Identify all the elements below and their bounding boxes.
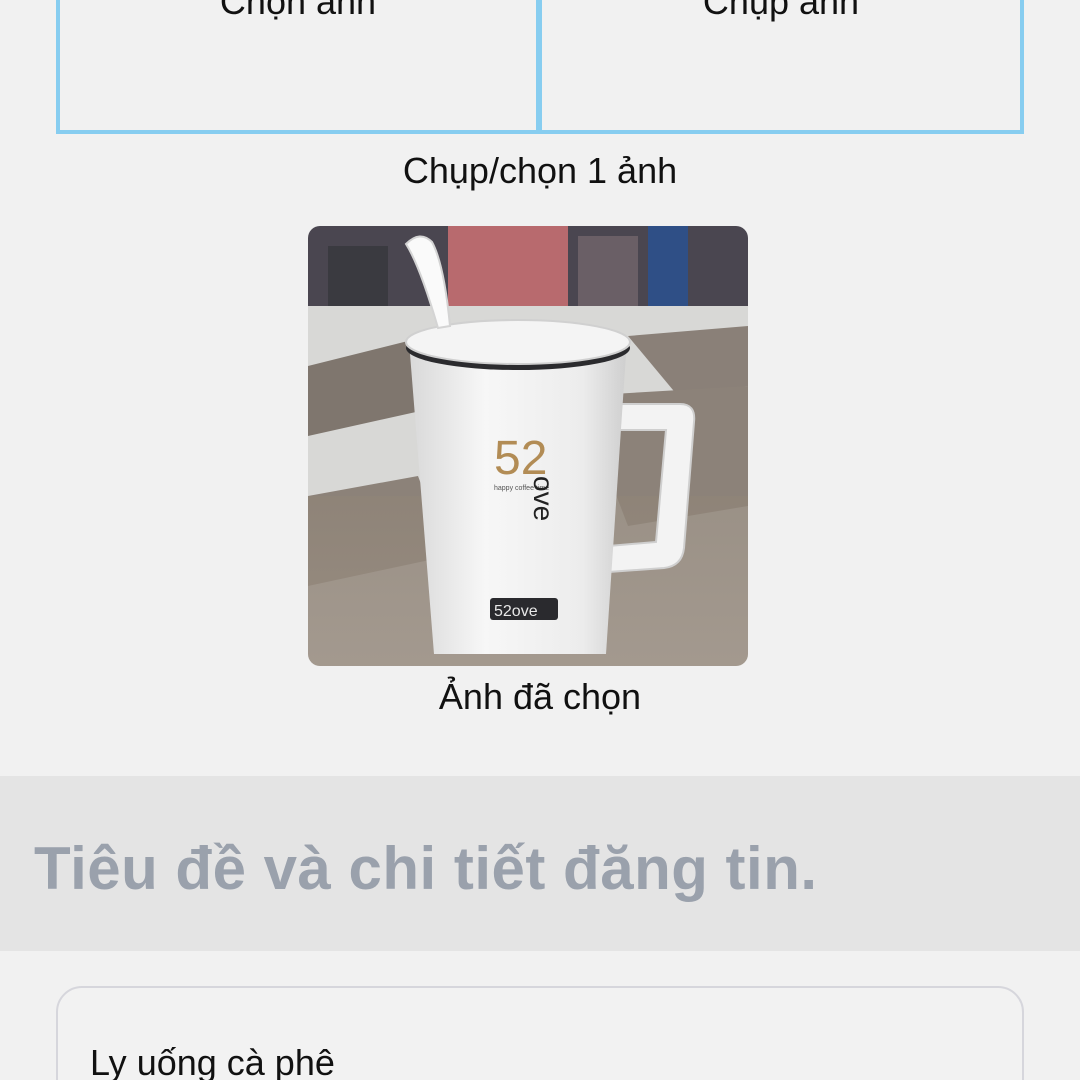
photo-limit-hint: Chụp/chọn 1 ảnh xyxy=(402,150,678,191)
choose-photo-label: Chọn ảnh xyxy=(219,0,377,22)
capture-photo-label: Chụp ảnh xyxy=(702,0,860,22)
listing-title-input[interactable]: Ly uống cà phê xyxy=(56,986,1024,1080)
listing-title-value: Ly uống cà phê xyxy=(90,1042,335,1080)
section-title: Tiêu đề và chi tiết đăng tin. xyxy=(34,835,818,902)
post-listing-screen: Chọn ảnh Chụp ảnh Chụp/chọn 1 ảnh 52 hap… xyxy=(0,0,1080,1080)
listing-details-header: Tiêu đề và chi tiết đăng tin. xyxy=(0,776,1080,951)
mug-print-vertical: ove xyxy=(528,476,559,521)
selected-photo-caption: Ảnh đã chọn xyxy=(438,676,642,717)
mug-photo-image: 52 happy coffee time ove 52ove xyxy=(308,226,748,666)
choose-photo-button[interactable]: Chọn ảnh xyxy=(56,0,540,134)
mug-badge-text: 52ove xyxy=(494,603,538,620)
selected-photo[interactable]: 52 happy coffee time ove 52ove xyxy=(308,226,748,666)
capture-photo-button[interactable]: Chụp ảnh xyxy=(538,0,1024,134)
